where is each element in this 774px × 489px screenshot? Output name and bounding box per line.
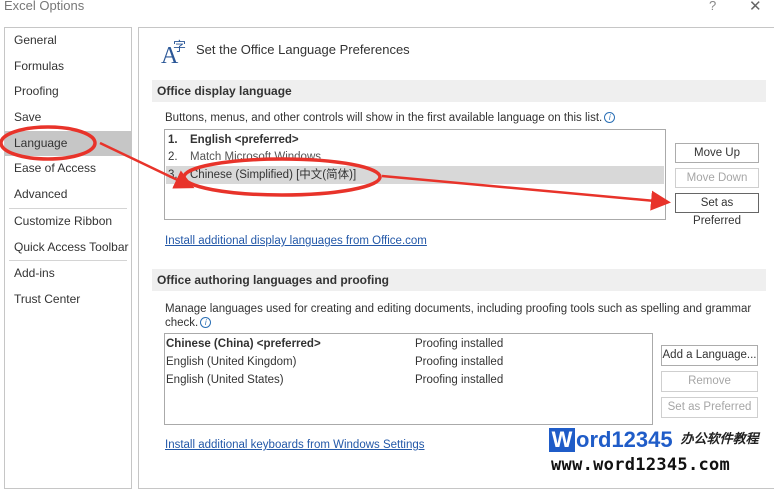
sidebar-item-advanced[interactable]: Advanced (5, 182, 131, 208)
display-language-section-header: Office display language (152, 80, 766, 102)
table-row[interactable]: Chinese (China) <preferred> Proofing ins… (166, 335, 656, 353)
close-icon[interactable]: ✕ (749, 0, 762, 15)
proofing-status: Proofing installed (415, 338, 504, 350)
proofing-status: Proofing installed (415, 374, 504, 386)
table-row[interactable]: English (United Kingdom) Proofing instal… (166, 353, 656, 371)
move-down-button[interactable]: Move Down (675, 168, 759, 188)
remove-button[interactable]: Remove (661, 371, 758, 392)
sidebar-item-save[interactable]: Save (5, 105, 131, 131)
authoring-languages-description: Manage languages used for creating and e… (165, 302, 765, 330)
authoring-language-list[interactable]: Chinese (China) <preferred> Proofing ins… (164, 333, 653, 425)
watermark-logo: Word12345 办公软件教程 (549, 428, 759, 454)
sidebar-item-trust-center[interactable]: Trust Center (5, 287, 131, 313)
authoring-languages-description-text: Manage languages used for creating and e… (165, 303, 752, 329)
display-language-list[interactable]: 1. English <preferred> 2. Match Microsoft … (164, 129, 666, 220)
sidebar-item-general[interactable]: General (5, 28, 131, 54)
move-up-button[interactable]: Move Up (675, 143, 759, 163)
list-item-number: 3. (168, 169, 178, 181)
window-title: Excel Options (4, 0, 85, 13)
install-display-languages-link[interactable]: Install additional display languages fro… (165, 235, 427, 247)
display-language-description: Buttons, menus, and other controls will … (165, 112, 616, 124)
svg-text:字: 字 (173, 40, 186, 55)
authoring-language-name: English (United Kingdom) (166, 356, 297, 368)
sidebar-item-proofing[interactable]: Proofing (5, 79, 131, 105)
set-as-preferred-button[interactable]: Set as Preferred (675, 193, 759, 227)
set-authoring-preferred-button[interactable]: Set as Preferred (661, 397, 758, 418)
info-icon[interactable]: i (604, 112, 616, 123)
sidebar-item-customize-ribbon[interactable]: Customize Ribbon (5, 209, 131, 235)
authoring-language-name: Chinese (China) <preferred> (166, 338, 321, 350)
page-title: Set the Office Language Preferences (196, 42, 410, 57)
proofing-status: Proofing installed (415, 356, 504, 368)
authoring-languages-section-header: Office authoring languages and proofing (152, 269, 766, 291)
display-language-item-selected[interactable]: 3. Chinese (Simplified) [中文(简体)] (166, 166, 664, 184)
table-row[interactable]: English (United States) Proofing install… (166, 371, 656, 389)
list-item-label: Chinese (Simplified) [中文(简体)] (190, 169, 357, 181)
install-keyboards-link[interactable]: Install additional keyboards from Window… (165, 439, 425, 451)
add-language-button[interactable]: Add a Language... (661, 345, 758, 366)
watermark: Word12345 办公软件教程 www.word12345.com (549, 428, 771, 480)
watermark-tagline: 办公软件教程 (680, 432, 759, 447)
list-item-number: 1. (168, 134, 178, 146)
title-bar: Excel Options ? ✕ (0, 0, 774, 22)
watermark-logo-letter: W (549, 428, 575, 452)
list-item-number: 2. (168, 151, 178, 163)
watermark-brand: ord12345 (576, 427, 673, 452)
help-icon[interactable]: ? (709, 0, 716, 13)
info-icon[interactable]: i (200, 317, 212, 328)
sidebar-item-ease-of-access[interactable]: Ease of Access (5, 156, 131, 182)
sidebar-item-quick-access-toolbar[interactable]: Quick Access Toolbar (5, 235, 131, 261)
sidebar-item-add-ins[interactable]: Add-ins (5, 261, 131, 287)
sidebar-item-formulas[interactable]: Formulas (5, 54, 131, 80)
display-language-item[interactable]: 1. English <preferred> (166, 131, 664, 149)
list-item-label: English <preferred> (190, 134, 299, 146)
sidebar-item-language[interactable]: Language (5, 130, 131, 157)
display-language-description-text: Buttons, menus, and other controls will … (165, 112, 603, 124)
options-sidebar: General Formulas Proofing Save Language … (4, 27, 132, 489)
language-preferences-icon: A 字 (161, 40, 186, 66)
watermark-url: www.word12345.com (551, 455, 731, 475)
authoring-language-name: English (United States) (166, 374, 284, 386)
display-language-item[interactable]: 2. Match Microsoft Windows (166, 148, 664, 166)
list-item-label: Match Microsoft Windows (190, 151, 322, 163)
